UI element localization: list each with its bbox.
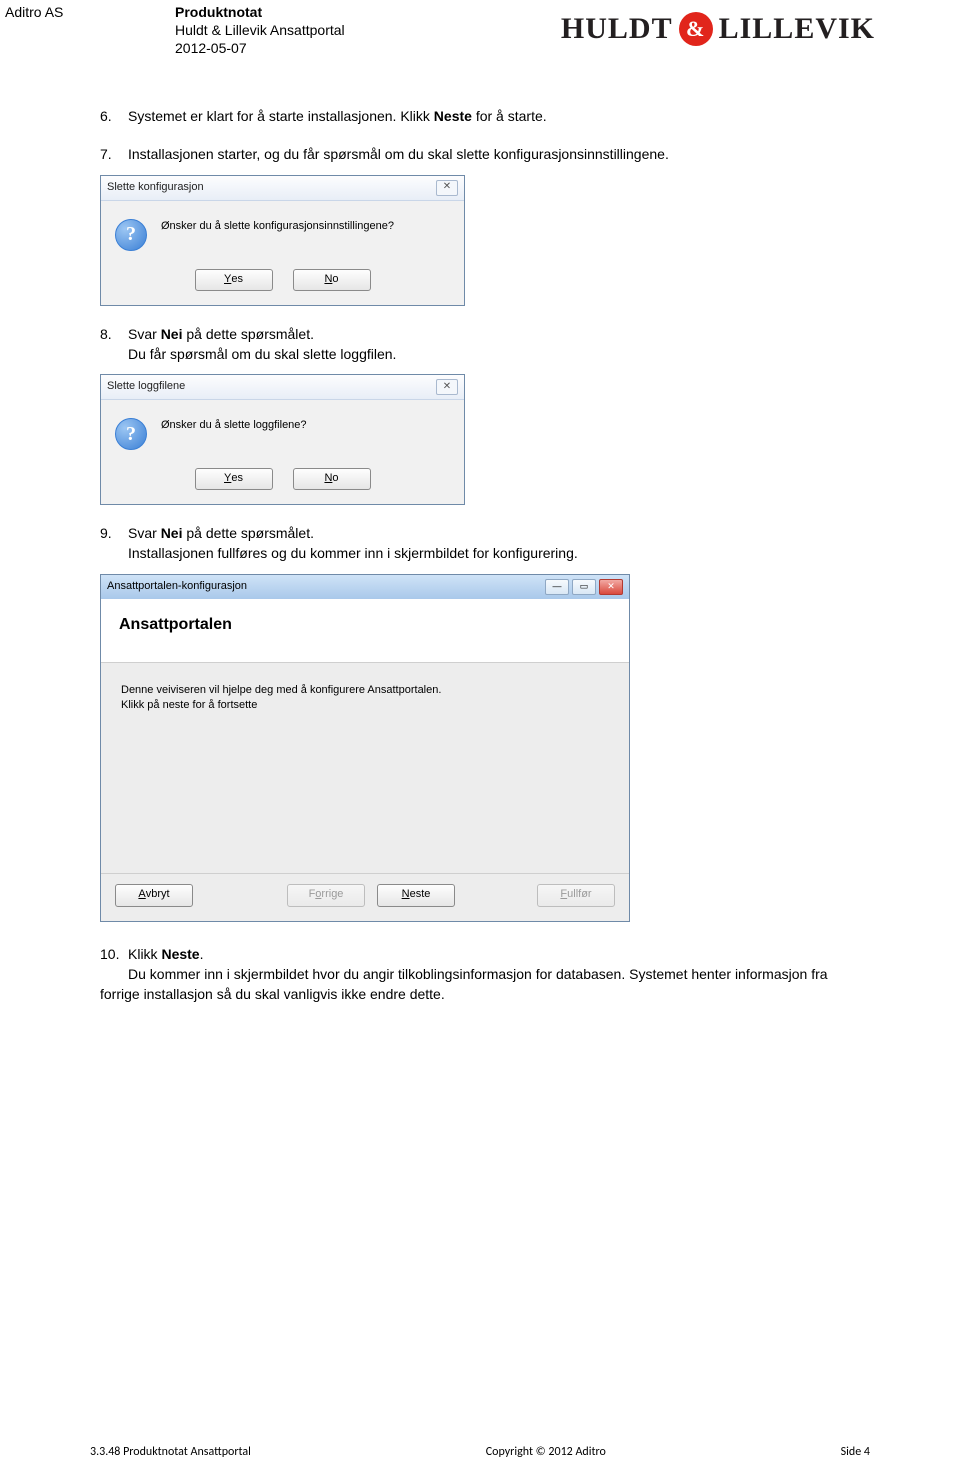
- doc-date: 2012-05-07: [175, 40, 561, 56]
- dialog-title: Slette loggfilene: [107, 379, 185, 395]
- step-text: Systemet er klart for å starte installas…: [128, 108, 434, 124]
- wizard-body-line2: Klikk på neste for å fortsette: [121, 698, 609, 713]
- wizard-config: Ansattportalen-konfigurasjon — ▭ ✕ Ansat…: [100, 574, 630, 922]
- no-mnemonic: N: [324, 471, 332, 487]
- step-bold: Neste: [434, 108, 472, 124]
- dialog-titlebar[interactable]: Slette konfigurasjon ✕: [101, 176, 464, 201]
- close-icon[interactable]: ✕: [436, 379, 458, 395]
- step-line2: Installasjonen fullføres og du kommer in…: [128, 545, 578, 561]
- step-number: 7.: [100, 144, 128, 164]
- dialog-delete-config: Slette konfigurasjon ✕ ? Ønsker du å sle…: [100, 175, 465, 306]
- previous-button: Forrige: [287, 884, 365, 907]
- step-7: 7.Installasjonen starter, og du får spør…: [100, 144, 860, 305]
- step-bold: Nei: [161, 525, 183, 541]
- step-8: 8.Svar Nei på dette spørsmålet. Du får s…: [100, 324, 860, 506]
- step-text-b: .: [200, 946, 204, 962]
- wizard-title: Ansattportalen-konfigurasjon: [107, 579, 247, 595]
- page-header: Aditro AS Produktnotat Huldt & Lillevik …: [0, 0, 960, 56]
- logo-right: LILLEVIK: [719, 12, 875, 46]
- dialog-message: Ønsker du å slette konfigurasjonsinnstil…: [161, 219, 394, 251]
- no-button[interactable]: No: [293, 468, 371, 490]
- step-bold: Neste: [161, 946, 199, 962]
- yes-button[interactable]: Yes: [195, 468, 273, 490]
- logo-left: HULDT: [561, 12, 673, 46]
- step-number: 9.: [100, 523, 128, 543]
- step-number: 10.: [100, 944, 128, 964]
- close-icon[interactable]: ✕: [436, 180, 458, 196]
- step-text-a: Svar: [128, 525, 161, 541]
- ampersand-icon: &: [679, 12, 713, 46]
- dialog-titlebar[interactable]: Slette loggfilene ✕: [101, 375, 464, 400]
- finish-button: Fullfør: [537, 884, 615, 907]
- step-number: 6.: [100, 106, 128, 126]
- dialog-delete-logs: Slette loggfilene ✕ ? Ønsker du å slette…: [100, 374, 465, 505]
- company-name: Aditro AS: [5, 4, 175, 20]
- page-footer: 3.3.48 Produktnotat Ansattportal Copyrig…: [0, 1445, 960, 1459]
- step-6: 6.Systemet er klart for å starte install…: [100, 106, 860, 126]
- yes-mnemonic: Y: [224, 272, 231, 288]
- step-line2: Du kommer inn i skjermbildet hvor du ang…: [100, 966, 828, 1002]
- yes-button[interactable]: Yes: [195, 269, 273, 291]
- wizard-body-line1: Denne veiviseren vil hjelpe deg med å ko…: [121, 683, 609, 698]
- step-text-b: på dette spørsmålet.: [182, 525, 314, 541]
- step-text-b: på dette spørsmålet.: [182, 326, 314, 342]
- maximize-icon[interactable]: ▭: [572, 579, 596, 595]
- dialog-message: Ønsker du å slette loggfilene?: [161, 418, 307, 450]
- step-line2: Du får spørsmål om du skal slette loggfi…: [128, 346, 396, 362]
- footer-center: Copyright © 2012 Aditro: [486, 1445, 606, 1459]
- close-icon[interactable]: ✕: [599, 579, 623, 595]
- next-mnemonic: N: [402, 887, 410, 903]
- step-bold: Nei: [161, 326, 183, 342]
- step-text: Installasjonen starter, og du får spørsm…: [128, 146, 669, 162]
- step-10: 10.Klikk Neste. Du kommer inn i skjermbi…: [100, 944, 860, 1005]
- footer-right: Side 4: [841, 1445, 870, 1459]
- doc-title: Produktnotat: [175, 4, 561, 20]
- brand-logo: HULDT & LILLEVIK: [561, 12, 875, 46]
- step-text-a: Svar: [128, 326, 161, 342]
- content: 6.Systemet er klart for å starte install…: [0, 106, 960, 1005]
- no-button[interactable]: No: [293, 269, 371, 291]
- next-button[interactable]: Neste: [377, 884, 455, 907]
- minimize-icon[interactable]: —: [545, 579, 569, 595]
- wizard-titlebar[interactable]: Ansattportalen-konfigurasjon — ▭ ✕: [101, 575, 629, 599]
- cancel-button[interactable]: Avbryt: [115, 884, 193, 907]
- step-9: 9.Svar Nei på dette spørsmålet. Installa…: [100, 523, 860, 921]
- footer-left: 3.3.48 Produktnotat Ansattportal: [90, 1445, 251, 1459]
- dialog-title: Slette konfigurasjon: [107, 180, 204, 196]
- finish-mnemonic: F: [560, 887, 567, 903]
- yes-mnemonic: Y: [224, 471, 231, 487]
- step-text-a: Klikk: [128, 946, 161, 962]
- cancel-mnemonic: A: [138, 887, 145, 903]
- step-text-b: for å starte.: [472, 108, 547, 124]
- step-number: 8.: [100, 324, 128, 344]
- no-mnemonic: N: [324, 272, 332, 288]
- wizard-heading: Ansattportalen: [119, 613, 611, 636]
- doc-subtitle: Huldt & Lillevik Ansattportal: [175, 22, 561, 38]
- question-icon: ?: [115, 418, 147, 450]
- previous-mnemonic: o: [315, 887, 321, 903]
- question-icon: ?: [115, 219, 147, 251]
